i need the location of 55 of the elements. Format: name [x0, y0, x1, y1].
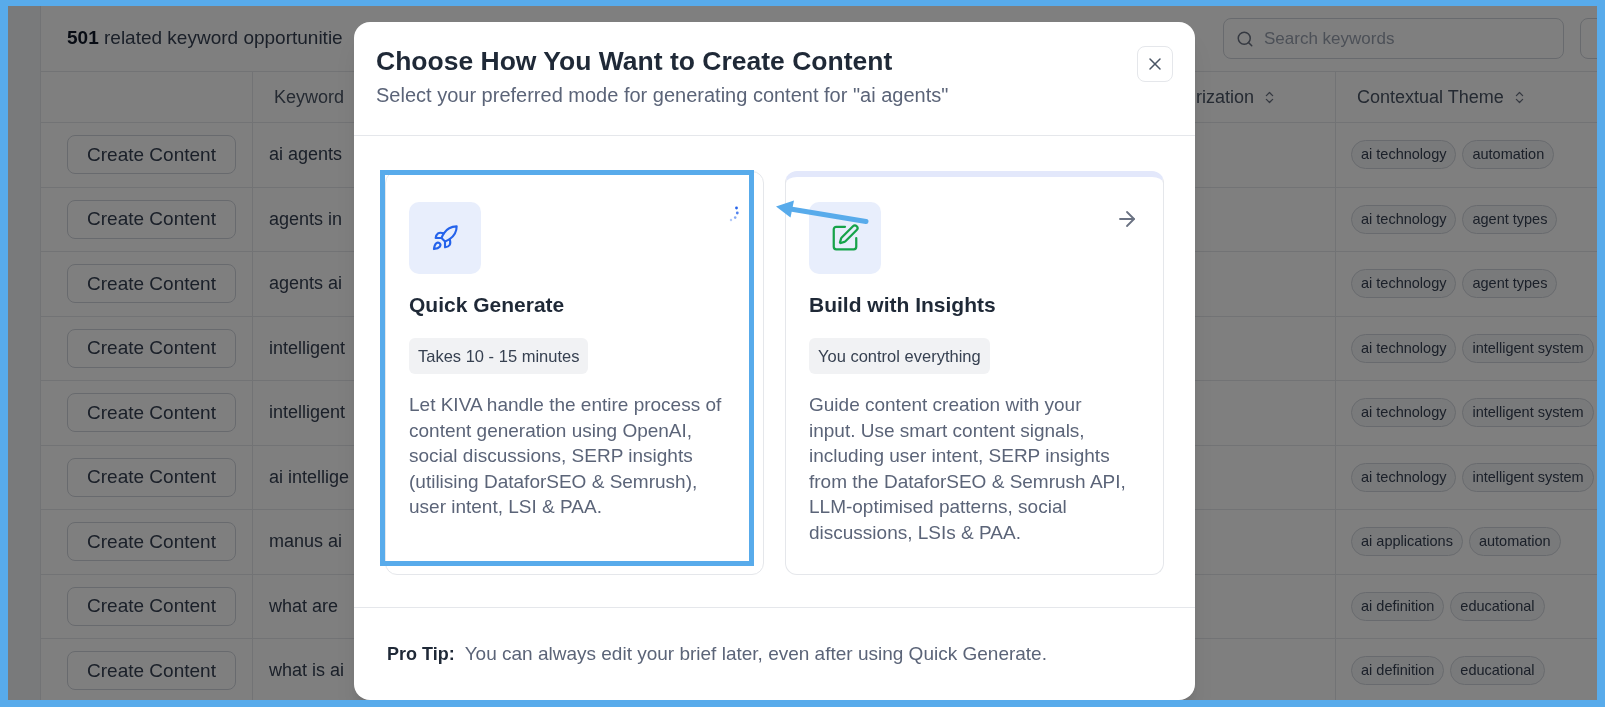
card-title: Build with Insights — [809, 292, 996, 318]
create-content-button[interactable]: Create Content — [67, 457, 236, 497]
pencil-square-icon — [809, 202, 881, 274]
close-button[interactable] — [1137, 46, 1173, 82]
create-content-button[interactable]: Create Content — [67, 135, 236, 175]
keyword-cell-text: agents ai — [269, 272, 343, 296]
tip-text: You can always edit your brief later, even after using Quick Generate. — [464, 641, 1047, 666]
tip-label: Pro Tip: — [387, 642, 455, 666]
card-description: Let KIVA handle the entire process of content generation using OpenAI, social discussions, SERP insights (utilising DataforSEO & Semrush), user intent, LSI & PAA. — [409, 393, 723, 519]
rocket-icon — [409, 202, 481, 274]
results-summary: 501 related keyword opportunitie — [67, 26, 343, 51]
create-content-button[interactable]: Create Content — [67, 199, 236, 239]
create-content-button[interactable]: Create Content — [67, 328, 236, 368]
theme-tag: ai technology — [1351, 269, 1457, 299]
theme-tag: ai technology — [1351, 462, 1457, 492]
theme-tag: intelligent system — [1462, 333, 1594, 363]
theme-tag: ai definition — [1351, 591, 1445, 621]
keyword-cell-text: agents in — [269, 207, 343, 231]
theme-tag: agent types — [1462, 204, 1558, 234]
card-description: Guide content creation with your input. Use smart content signals, including user intent, SERP insights from the DataforSEO & Semrush API, LLM-optimised patterns, social discussions, LSIs & PAA. — [809, 393, 1127, 545]
mode-card[interactable] — [785, 171, 1164, 575]
keyword-cell-text: intelligent — [269, 401, 346, 425]
theme-tag: agent types — [1462, 269, 1558, 299]
theme-tag: intelligent system — [1462, 398, 1594, 428]
keyword-cell-text: intelligent — [269, 336, 346, 360]
keyword-cell-text: what is ai — [269, 659, 345, 683]
column-header: Contextual Theme — [1357, 85, 1504, 109]
create-content-button[interactable]: Create Content — [67, 522, 236, 562]
column-header: Keyword — [274, 85, 345, 109]
modal-subtitle: Select your preferred mode for generating content for "ai agents" — [376, 83, 949, 108]
create-content-button[interactable]: Create Content — [67, 264, 236, 304]
theme-tag: automation — [1468, 527, 1561, 557]
theme-tag: ai technology — [1351, 333, 1457, 363]
theme-tag: intelligent system — [1462, 462, 1594, 492]
info-tag: Takes 10 - 15 minutes — [409, 338, 589, 374]
modal-title: Choose How You Want to Create Content — [376, 45, 893, 77]
search-icon — [1236, 29, 1254, 48]
keyword-cell-text: manus ai — [269, 530, 343, 554]
keyword-cell-text: what are — [269, 594, 339, 618]
theme-tag: educational — [1450, 656, 1545, 686]
create-content-button[interactable]: Create Content — [67, 586, 236, 626]
theme-tag: ai technology — [1351, 140, 1457, 170]
info-tag: You control everything — [809, 338, 990, 374]
keyword-cell-text: ai agents — [269, 143, 343, 167]
create-content-button[interactable]: Create Content — [67, 393, 236, 433]
theme-tag: ai technology — [1351, 398, 1457, 428]
theme-tag: automation — [1462, 140, 1555, 170]
card-title: Quick Generate — [409, 292, 565, 318]
keyword-cell-text: ai intellige — [269, 465, 350, 489]
theme-tag: ai applications — [1351, 527, 1463, 557]
theme-tag: ai definition — [1351, 656, 1445, 686]
theme-tag: ai technology — [1351, 204, 1457, 234]
column-header: rization — [1196, 85, 1255, 109]
create-content-button[interactable]: Create Content — [67, 651, 236, 691]
theme-tag: educational — [1450, 591, 1545, 621]
